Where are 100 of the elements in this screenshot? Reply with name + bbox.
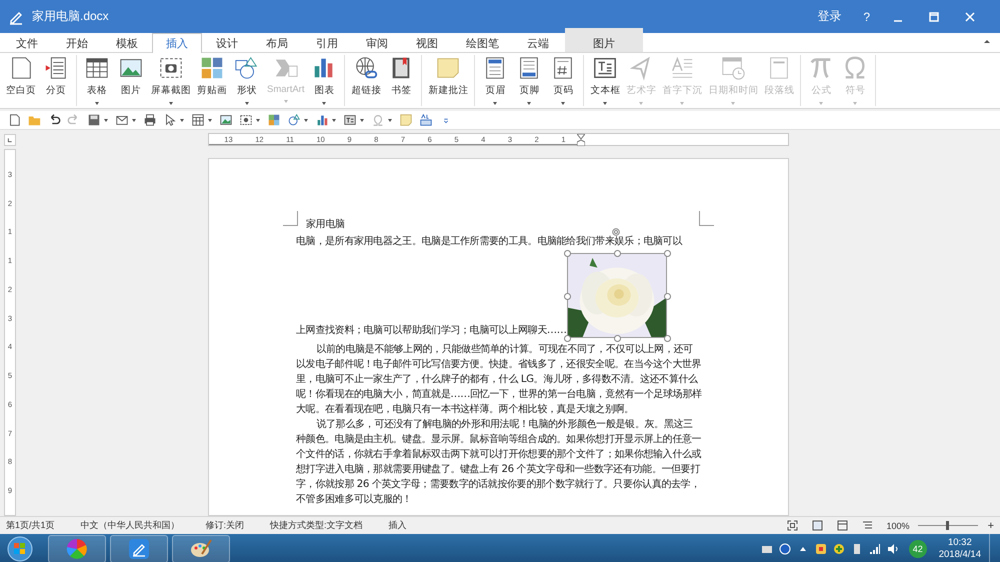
camera-icon[interactable] (239, 113, 253, 127)
print-layout-icon[interactable] (812, 520, 823, 531)
tab-stop-icon[interactable] (4, 134, 16, 146)
ribbon-button[interactable]: 新建批注 (425, 55, 472, 106)
ribbon-tab[interactable]: 绘图笔 (452, 34, 513, 52)
ribbon-button[interactable]: 超链接 (348, 55, 384, 106)
ribbon-tab[interactable]: 布局 (252, 34, 302, 52)
ribbon-tab[interactable]: 审阅 (352, 34, 402, 52)
help-button[interactable]: ? (863, 10, 870, 24)
caret-icon[interactable] (132, 118, 136, 122)
envelope-icon[interactable] (115, 113, 129, 127)
ribbon-button[interactable]: 图片 (114, 55, 148, 106)
ribbon-button[interactable]: 页脚 (512, 55, 546, 106)
status-text: 快捷方式类型:文字文档 (270, 519, 363, 532)
clip-art-icon (199, 55, 225, 81)
ribbon-button[interactable]: 页码 (546, 55, 580, 106)
login-link[interactable]: 登录 (817, 8, 842, 25)
text-box-icon[interactable] (343, 113, 357, 127)
ribbon-tab[interactable]: 视图 (402, 34, 452, 52)
caret-icon[interactable] (104, 118, 108, 122)
ribbon-button[interactable]: 空白页 (3, 55, 39, 106)
ribbon-tab[interactable]: 文件 (2, 34, 52, 52)
ribbon-button[interactable]: 屏幕截图 (148, 55, 194, 106)
ribbon-tab[interactable]: 插入 (152, 33, 202, 53)
keyboard-icon[interactable] (760, 543, 773, 555)
caret-icon[interactable] (332, 118, 336, 122)
status-text: 第1页/共1页 (6, 519, 55, 532)
ribbon-button[interactable]: 分页 (39, 55, 73, 106)
spelling-icon[interactable] (419, 113, 433, 127)
pointer-icon[interactable] (163, 113, 177, 127)
caret-icon[interactable] (388, 118, 392, 122)
margin-corner (283, 211, 298, 226)
maximize-icon[interactable] (928, 10, 940, 22)
ribbon-button[interactable]: 形状 (230, 55, 264, 106)
resize-handle[interactable] (664, 250, 671, 257)
close-icon[interactable] (964, 10, 976, 22)
paragraph-text: 上网查找资料；电脑可以帮助我们学习；电脑可以上网聊天…… (296, 324, 567, 338)
plus-tray-icon[interactable] (832, 543, 845, 555)
ribbon-button[interactable]: 表格 (80, 55, 114, 106)
printer-icon[interactable] (143, 113, 157, 127)
color-wheel-icon (66, 538, 88, 560)
palette-icon (190, 538, 212, 560)
ribbon-tab[interactable]: 云端 (513, 34, 563, 52)
ribbon-button[interactable]: 图表 (307, 55, 342, 106)
paragraph-text: 说了那么多，可还没有了解电脑的外形和用法呢！电脑的外形颜色一般是银。灰。黑这三种颜色。电脑是由主机。键盘。显示屏。鼠标音响等组合成的。如果你想打开显示屏上的任意一个文件的话，你就右手拿着鼠标双击两下就可以打开你想要的那个文件了；如果你想输入什么或想打字进入电脑，那就需要用键盘了。键盘上有 26 个英文字母和一些数字还有功能。一但要打字，你就按那 26 个英文字母；需要数字的话就按你要的那个数字就行了。只要你认真的去学，不管多困难多可以克服的！ (296, 418, 702, 507)
ribbon-tab[interactable]: 引用 (302, 34, 352, 52)
status-text: 插入 (388, 519, 407, 532)
zoom-in-button[interactable]: + (986, 520, 1000, 532)
indent-marker-icon[interactable] (577, 134, 585, 146)
image-icon[interactable] (219, 113, 233, 127)
bar-chart-icon[interactable] (315, 113, 329, 127)
ribbon-button[interactable]: 文本框 (587, 55, 624, 106)
clip-art-icon[interactable] (267, 113, 281, 127)
taskbar-app[interactable] (48, 535, 106, 562)
taskbar-app[interactable] (172, 535, 230, 562)
ribbon-button[interactable]: 书签 (384, 55, 418, 106)
clock-date[interactable]: 2018/4/14 (938, 549, 981, 561)
ribbon-tab[interactable]: 设计 (202, 34, 252, 52)
resize-handle[interactable] (564, 250, 571, 257)
ribbon-button[interactable]: 剪贴画 (194, 55, 230, 106)
start-orb-icon[interactable] (6, 535, 34, 562)
slider-thumb[interactable] (946, 521, 950, 530)
outline-view-icon[interactable] (862, 520, 873, 531)
zoom-percent[interactable]: 100% (886, 520, 910, 530)
resize-handle[interactable] (614, 335, 621, 342)
caret-icon[interactable] (256, 118, 260, 122)
document-title: 家用电脑 (305, 218, 346, 232)
help-icon[interactable] (778, 543, 791, 555)
focus-view-icon[interactable] (786, 520, 798, 531)
caret-icon[interactable] (360, 118, 364, 122)
shapes-icon[interactable] (287, 113, 301, 127)
ribbon-button[interactable]: 页眉 (478, 55, 512, 106)
new-page-icon[interactable] (7, 113, 21, 127)
resize-handle[interactable] (614, 250, 621, 257)
app-tray-icon[interactable] (814, 543, 827, 555)
web-layout-icon[interactable] (836, 520, 848, 531)
status-text: 中文（中华人民共和国） (80, 519, 180, 532)
clock-time[interactable]: 10:32 (948, 537, 972, 549)
resize-handle[interactable] (564, 293, 571, 300)
paragraph-text: 电脑，是所有家用电器之王。电脑是工作所需要的工具。电脑能给我们带来娱乐；电脑可以 (296, 234, 684, 249)
ribbon-tab[interactable]: 开始 (52, 34, 102, 52)
pen-icon (128, 538, 150, 560)
resize-handle[interactable] (664, 335, 671, 342)
rotate-handle-icon[interactable] (612, 228, 620, 236)
ribbon-tab[interactable]: 图片 (565, 28, 643, 52)
status-text: 修订:关闭 (206, 519, 244, 532)
caret-icon[interactable] (304, 118, 308, 122)
speaker-icon[interactable] (886, 543, 899, 555)
paragraph-text: 以前的电脑是不能够上网的，只能做些简单的计算。可现在不同了，不仅可以上网，还可以发电子邮件呢！电子邮件可比写信要方便。快捷。省钱多了，还很安全呢。在当今这个大世界里，电脑可不止一家生产了，什么牌子的都有，什么 LG。海儿呀，多得数不清。这还不算什么呢！你看现在的电脑大小，简直就是……回忆一下，世界的第一台电脑，竟然有一个足球场那样大呢。在看看现在吧，电脑只有一本书这样薄。两个相比较，真是天壤之别啊。 (296, 342, 702, 417)
caret-icon[interactable] (180, 118, 184, 122)
collapse-icon[interactable] (983, 38, 991, 44)
resize-handle[interactable] (564, 335, 571, 342)
caret-icon[interactable] (208, 118, 212, 122)
taskbar-app[interactable] (110, 535, 168, 562)
ribbon-tab[interactable]: 模板 (102, 34, 152, 52)
margin-corner (699, 211, 714, 226)
save-icon[interactable] (87, 113, 101, 127)
table-icon[interactable] (191, 113, 205, 127)
window-title: 家用电脑.docx (32, 8, 110, 25)
signal-icon[interactable] (868, 543, 881, 555)
